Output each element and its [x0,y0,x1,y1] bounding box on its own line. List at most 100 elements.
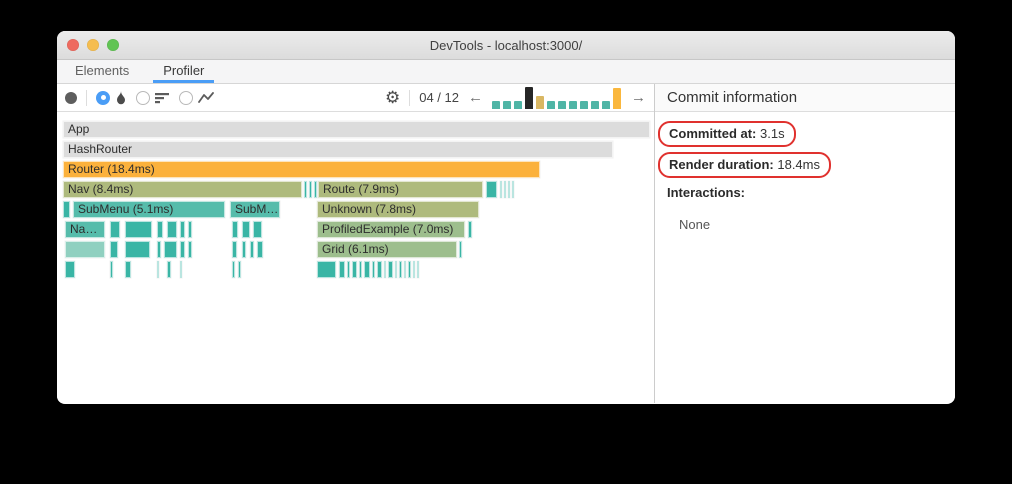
flame-bar-label: Grid (6.1ms) [322,242,389,256]
flame-bar-fragment[interactable] [352,261,357,278]
flame-bar-fragment[interactable] [125,241,150,258]
zoom-window-button[interactable] [107,39,119,51]
flame-bar-fragment[interactable] [504,181,506,198]
commit-bar[interactable] [536,95,544,109]
flame-bar-fragment[interactable] [180,241,185,258]
tab-elements[interactable]: Elements [65,60,139,83]
flame-bar-fragment[interactable] [164,241,177,258]
flame-bar-fragment[interactable] [512,181,514,198]
flame-bar-fragment[interactable] [188,221,192,238]
minimize-window-button[interactable] [87,39,99,51]
flame-bar-fragment[interactable] [364,261,370,278]
flame-bar-fragment[interactable] [500,181,502,198]
commit-bar[interactable] [525,86,533,109]
flame-bar-fragment[interactable] [242,221,250,238]
flame-bar-fragment[interactable] [253,221,262,238]
interactions-view-option[interactable] [179,90,214,105]
flamegraph-radio[interactable] [96,90,110,105]
flame-bar-fragment[interactable] [359,261,362,278]
flame-bar-fragment[interactable] [188,241,192,258]
flame-bar-fragment[interactable] [167,261,171,278]
flame-bar-fragment[interactable] [468,221,472,238]
flame-bar[interactable]: Na… [65,221,105,238]
flame-bar-fragment[interactable] [413,261,415,278]
flame-bar-fragment[interactable] [388,261,393,278]
flame-bar-fragment[interactable] [125,261,131,278]
flame-bar[interactable]: App [63,121,650,138]
flame-bar-fragment[interactable] [314,181,317,198]
flame-bar-fragment[interactable] [384,261,386,278]
flame-bar-fragment[interactable] [65,241,105,258]
flame-bar-fragment[interactable] [125,221,152,238]
flame-bar-fragment[interactable] [180,221,185,238]
commit-bar[interactable] [613,87,621,109]
flame-bar-fragment[interactable] [304,181,307,198]
flame-bar-fragment[interactable] [399,261,402,278]
commit-bar[interactable] [514,101,522,109]
previous-commit-arrow-icon[interactable]: ← [468,90,483,105]
flame-bar-fragment[interactable] [377,261,382,278]
flame-bar-fragment[interactable] [232,261,235,278]
flame-bar-fragment[interactable] [238,261,241,278]
commit-bar[interactable] [492,101,500,109]
flame-icon [115,90,127,105]
flame-bar-fragment[interactable] [232,221,238,238]
flame-bar-label: Router (18.4ms) [68,162,155,176]
flame-bar-fragment[interactable] [110,221,120,238]
interactions-radio[interactable] [179,90,193,105]
commit-bar[interactable] [569,101,577,109]
flame-bar-fragment[interactable] [157,221,163,238]
flame-bar-fragment[interactable] [347,261,350,278]
flame-bar-fragment[interactable] [110,261,113,278]
flame-bar-fragment[interactable] [257,241,263,258]
flame-bar-fragment[interactable] [167,221,177,238]
commit-bar[interactable] [602,101,610,109]
next-commit-arrow-icon[interactable]: → [631,90,646,105]
flame-bar-fragment[interactable] [408,261,411,278]
flame-bar[interactable]: Route (7.9ms) [318,181,483,198]
flame-bar[interactable]: SubMenu (5.1ms) [73,201,225,218]
flame-bar[interactable]: Nav (8.4ms) [63,181,302,198]
commit-bar[interactable] [503,101,511,109]
record-icon[interactable] [65,91,77,104]
commit-bar[interactable] [591,101,599,109]
flame-bar[interactable]: Grid (6.1ms) [317,241,457,258]
flame-bar-fragment[interactable] [486,181,497,198]
flame-bar-fragment[interactable] [232,241,237,258]
flame-bar-fragment[interactable] [417,261,419,278]
flame-bar-fragment[interactable] [459,241,462,258]
flame-bar-fragment[interactable] [110,241,118,258]
tab-profiler[interactable]: Profiler [153,60,215,83]
flame-bar-fragment[interactable] [63,201,70,218]
flame-bar-fragment[interactable] [242,241,246,258]
commit-bar[interactable] [558,101,566,109]
flame-bar-fragment[interactable] [157,261,159,278]
close-window-button[interactable] [67,39,79,51]
flame-bar-fragment[interactable] [317,261,336,278]
settings-gear-icon[interactable]: ⚙ [385,89,400,106]
interactions-line: Interactions: [667,185,943,200]
flame-bar-fragment[interactable] [395,261,397,278]
flame-bar-fragment[interactable] [339,261,345,278]
commit-bar[interactable] [547,101,555,109]
ranked-view-option[interactable] [136,90,170,105]
flame-bar-fragment[interactable] [372,261,375,278]
flame-bar[interactable]: Router (18.4ms) [63,161,540,178]
flame-bar[interactable]: HashRouter [63,141,613,158]
commit-selector-strip[interactable] [492,86,622,109]
flame-bar-fragment[interactable] [250,241,254,258]
flame-bar-fragment[interactable] [65,261,75,278]
flame-bar[interactable]: SubM… [230,201,280,218]
ranked-radio[interactable] [136,90,150,105]
flame-bar-fragment[interactable] [157,241,161,258]
commit-bar[interactable] [580,101,588,109]
window-title: DevTools - localhost:3000/ [429,37,583,53]
flame-bar-fragment[interactable] [404,261,406,278]
flame-bar[interactable]: ProfiledExample (7.0ms) [317,221,465,238]
flame-bar-fragment[interactable] [508,181,510,198]
flame-bar-fragment[interactable] [180,261,182,278]
flame-bar[interactable]: Unknown (7.8ms) [317,201,479,218]
flame-bar-fragment[interactable] [309,181,312,198]
committed-at-line: Committed at: 3.1s [658,121,943,147]
flamegraph-view-option[interactable] [96,90,127,105]
